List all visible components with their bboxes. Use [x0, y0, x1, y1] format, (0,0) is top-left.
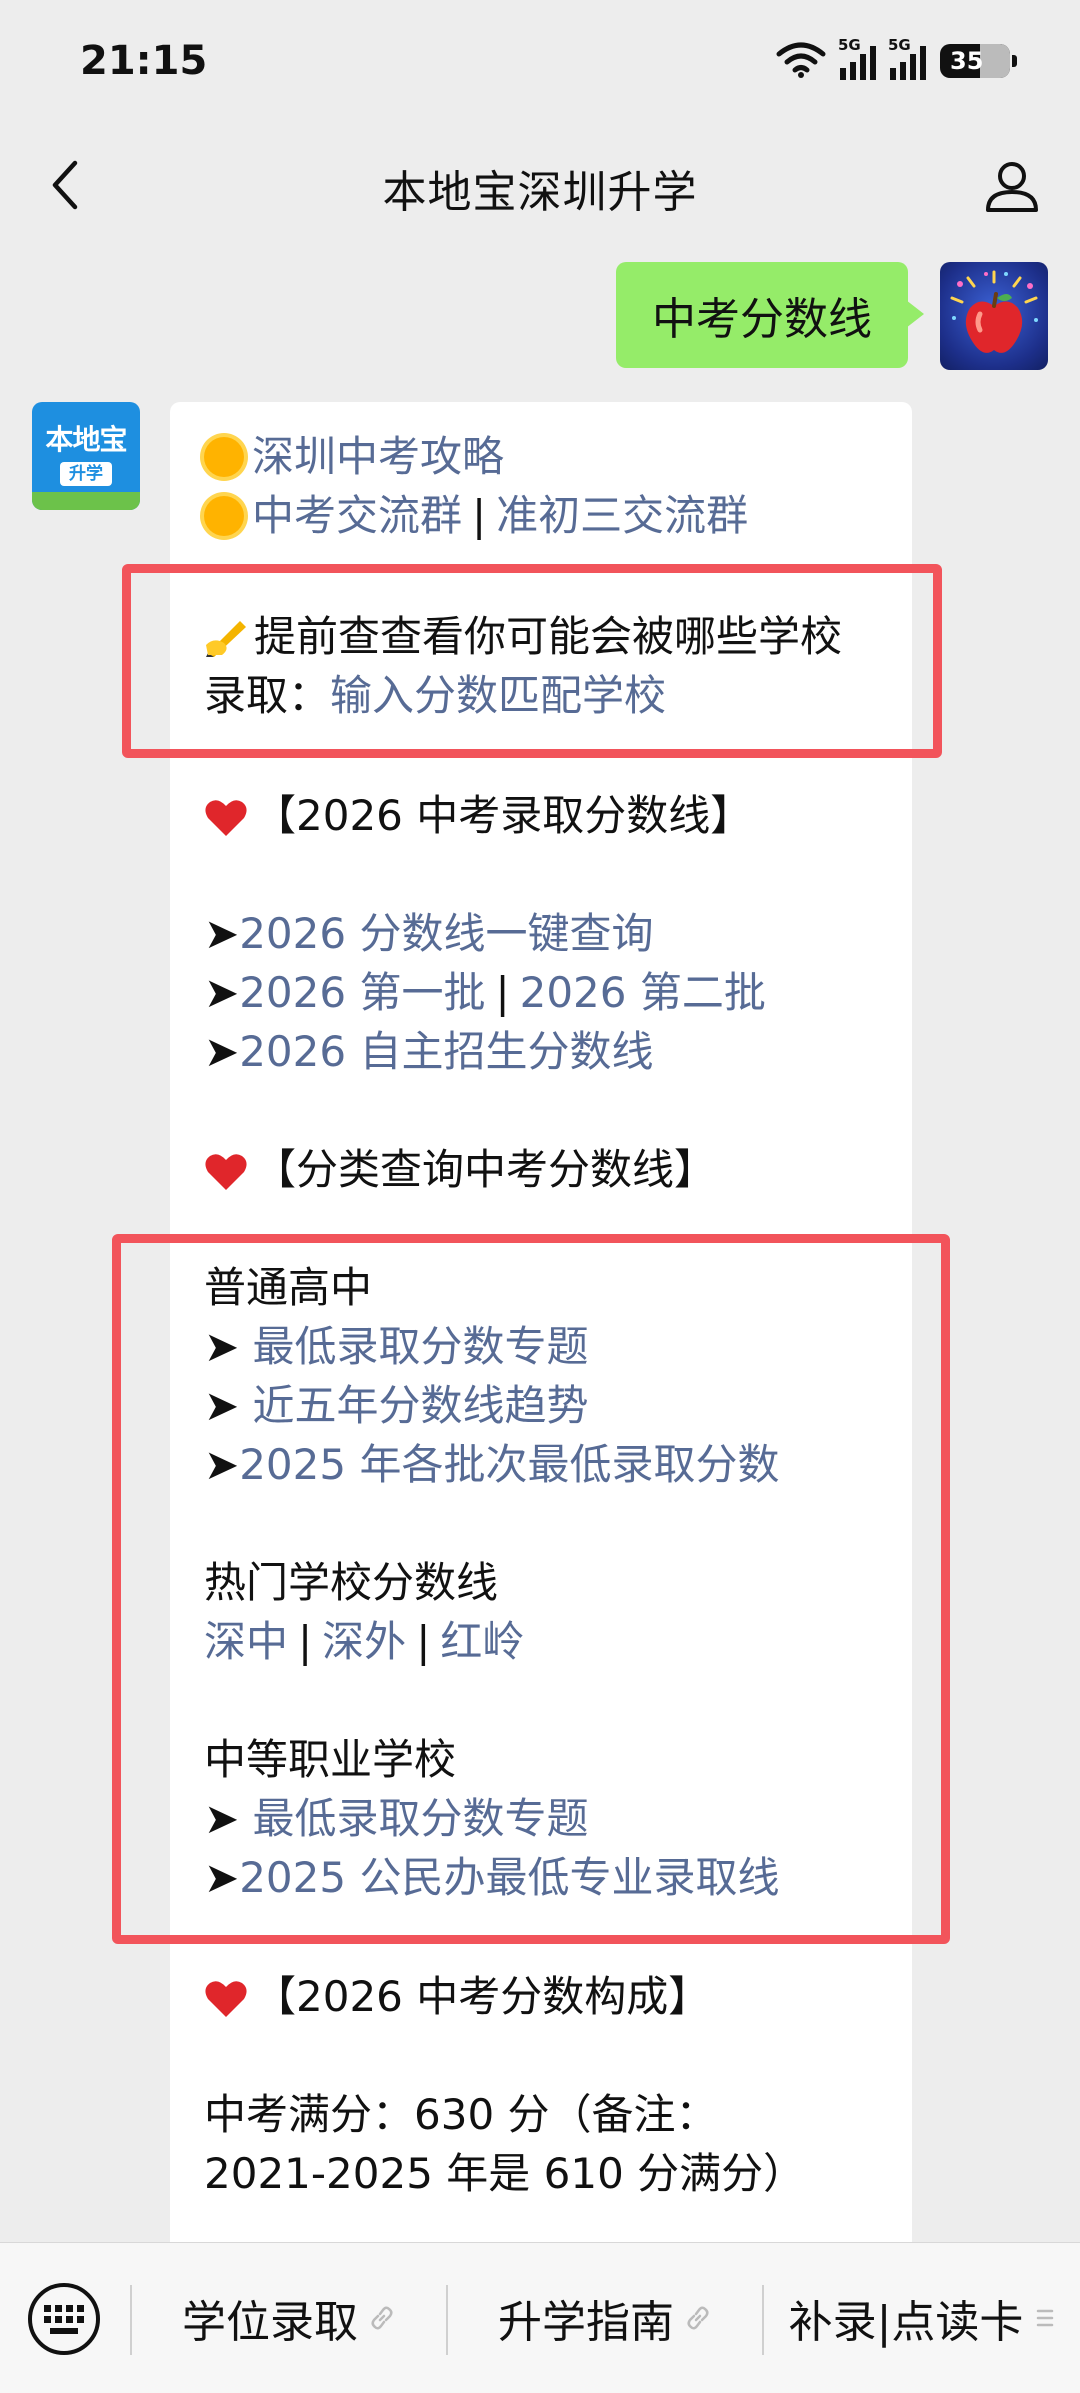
score-text: 2021-2025 年是 610 分满分） — [204, 2149, 806, 2198]
menu-item-supplementary[interactable]: 补录|点读卡 — [764, 2243, 1080, 2393]
section-heading: 【分类查询中考分数线】 — [204, 1141, 716, 1199]
list-item: ➤2026 第一批 | 2026 第二批 — [204, 968, 766, 1017]
score-text: 中考满分：630 分（备注： — [204, 2090, 718, 2139]
list-item: ➤2026 自主招生分数线 — [204, 1027, 654, 1076]
keyboard-button[interactable] — [26, 2281, 102, 2357]
cellular-signal-icon: 5G — [838, 36, 876, 80]
wifi-icon — [776, 40, 826, 82]
chat-header: 本地宝深圳升学 — [0, 130, 1080, 240]
status-time: 21:15 — [80, 38, 208, 84]
bot-avatar-logo-text: 本地宝 — [45, 423, 127, 456]
battery-icon: 35 — [940, 44, 1017, 78]
heart-icon — [205, 1154, 247, 1190]
bot-avatar[interactable]: 本地宝 升学 — [32, 402, 140, 510]
status-icons: 5G 5G 35 — [776, 36, 1017, 82]
link-exchange-group[interactable]: 中考交流群 — [252, 491, 462, 540]
user-message-bubble[interactable]: 中考分数线 — [616, 262, 924, 368]
link-shenzhen-guide[interactable]: 深圳中考攻略 — [252, 432, 504, 481]
section-heading: 【2026 中考录取分数线】 — [204, 787, 752, 845]
message-line: 深圳中考攻略 — [204, 428, 504, 486]
sun-icon — [204, 437, 244, 477]
link-icon — [371, 2306, 393, 2330]
battery-level: 35 — [950, 47, 984, 75]
bottom-menu-bar: 学位录取 升学指南 补录|点读卡 — [0, 2242, 1080, 2393]
message-line: 中考交流群 | 准初三交流群 — [204, 487, 748, 545]
cellular-signal-icon-2: 5G — [888, 36, 926, 80]
link-independent-enrollment[interactable]: 2026 自主招生分数线 — [239, 1027, 653, 1076]
link-icon — [687, 2306, 709, 2330]
bot-avatar-logo-sub: 升学 — [60, 462, 112, 486]
section-heading: 【2026 中考分数构成】 — [204, 1968, 710, 2026]
apple-icon — [950, 270, 1038, 353]
keyboard-icon — [28, 2283, 100, 2355]
heart-icon — [205, 800, 247, 836]
link-second-batch[interactable]: 2026 第二批 — [520, 968, 766, 1017]
heart-icon — [205, 1981, 247, 2017]
user-avatar[interactable] — [940, 262, 1048, 370]
status-bar: 21:15 5G 5G 35 — [0, 0, 1080, 130]
menu-item-degree-admission[interactable]: 学位录取 — [132, 2243, 446, 2393]
link-score-query[interactable]: 2026 分数线一键查询 — [239, 909, 653, 958]
highlight-box — [112, 1234, 950, 1944]
user-message-text: 中考分数线 — [652, 294, 872, 345]
person-icon — [986, 162, 1038, 212]
link-grade9-group[interactable]: 准初三交流群 — [496, 491, 748, 540]
sun-icon — [204, 496, 244, 536]
menu-lines-icon — [1037, 2309, 1054, 2327]
profile-button[interactable] — [972, 146, 1052, 226]
link-first-batch[interactable]: 2026 第一批 — [239, 968, 485, 1017]
list-item: ➤2026 分数线一键查询 — [204, 909, 654, 958]
highlight-box — [122, 564, 942, 758]
menu-item-admission-guide[interactable]: 升学指南 — [448, 2243, 762, 2393]
page-title: 本地宝深圳升学 — [382, 167, 698, 218]
